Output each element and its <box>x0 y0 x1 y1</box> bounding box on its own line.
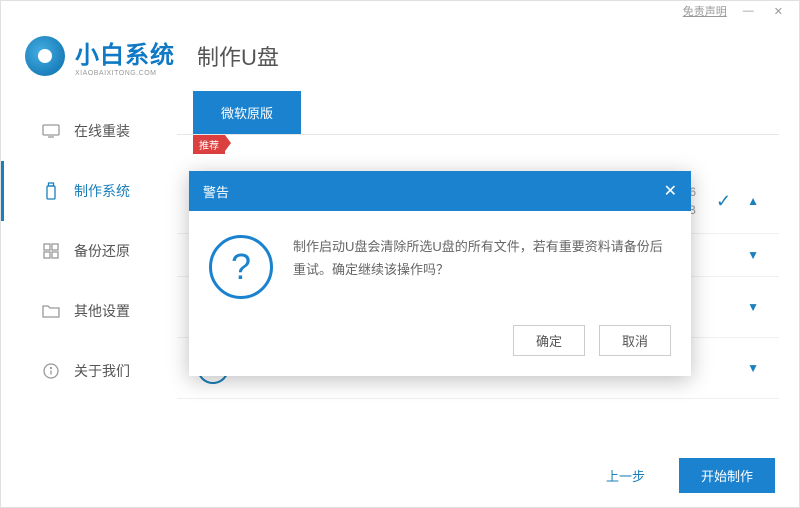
sidebar-item-about[interactable]: 关于我们 <box>1 341 177 401</box>
chevron-down-icon[interactable]: ▼ <box>747 361 759 375</box>
app-logo: 小白系统 XIAOBAIXITONG.COM <box>25 35 177 77</box>
grid-icon <box>42 242 60 260</box>
chevron-down-icon[interactable]: ▼ <box>747 300 759 314</box>
modal-message: 制作启动U盘会清除所选U盘的所有文件，若有重要资料请备份后重试。确定继续该操作吗… <box>293 235 671 299</box>
modal-title: 警告 <box>203 182 229 201</box>
info-icon <box>42 362 60 380</box>
sidebar: 在线重装 制作系统 备份还原 其他设置 关于我们 <box>1 91 177 467</box>
start-make-button[interactable]: 开始制作 <box>679 458 775 493</box>
modal-ok-button[interactable]: 确定 <box>513 325 585 356</box>
sidebar-item-make-system[interactable]: 制作系统 <box>1 161 177 221</box>
sidebar-item-online-reinstall[interactable]: 在线重装 <box>1 101 177 161</box>
brand-name-cn: 小白系统 <box>75 35 175 70</box>
chevron-down-icon[interactable]: ▼ <box>747 248 759 262</box>
minimize-button[interactable]: — <box>739 5 758 17</box>
logo-icon <box>25 36 65 76</box>
page-title: 制作U盘 <box>197 40 279 72</box>
modal-cancel-button[interactable]: 取消 <box>599 325 671 356</box>
recommend-badge: 推荐 <box>193 135 225 154</box>
sidebar-item-label: 在线重装 <box>74 121 130 141</box>
warning-modal: 警告 ✕ ? 制作启动U盘会清除所选U盘的所有文件，若有重要资料请备份后重试。确… <box>189 171 691 376</box>
sidebar-item-label: 关于我们 <box>74 361 130 381</box>
sidebar-item-label: 其他设置 <box>74 301 130 321</box>
disclaimer-link[interactable]: 免责声明 <box>683 3 727 19</box>
usb-icon <box>42 182 60 200</box>
monitor-icon <box>42 122 60 140</box>
sidebar-item-backup-restore[interactable]: 备份还原 <box>1 221 177 281</box>
tab-microsoft-original[interactable]: 微软原版 <box>193 91 301 134</box>
brand-name-en: XIAOBAIXITONG.COM <box>75 70 175 77</box>
check-icon: ✓ <box>716 191 731 212</box>
modal-close-button[interactable]: ✕ <box>664 181 677 201</box>
sidebar-item-label: 制作系统 <box>74 181 130 201</box>
question-icon: ? <box>209 235 273 299</box>
folder-icon <box>42 302 60 320</box>
close-window-button[interactable]: ✕ <box>770 5 787 18</box>
chevron-up-icon[interactable]: ▲ <box>747 194 759 208</box>
tab-row: 微软原版 <box>177 91 779 135</box>
sidebar-item-other-settings[interactable]: 其他设置 <box>1 281 177 341</box>
prev-button[interactable]: 上一步 <box>584 458 667 493</box>
sidebar-item-label: 备份还原 <box>74 241 130 261</box>
